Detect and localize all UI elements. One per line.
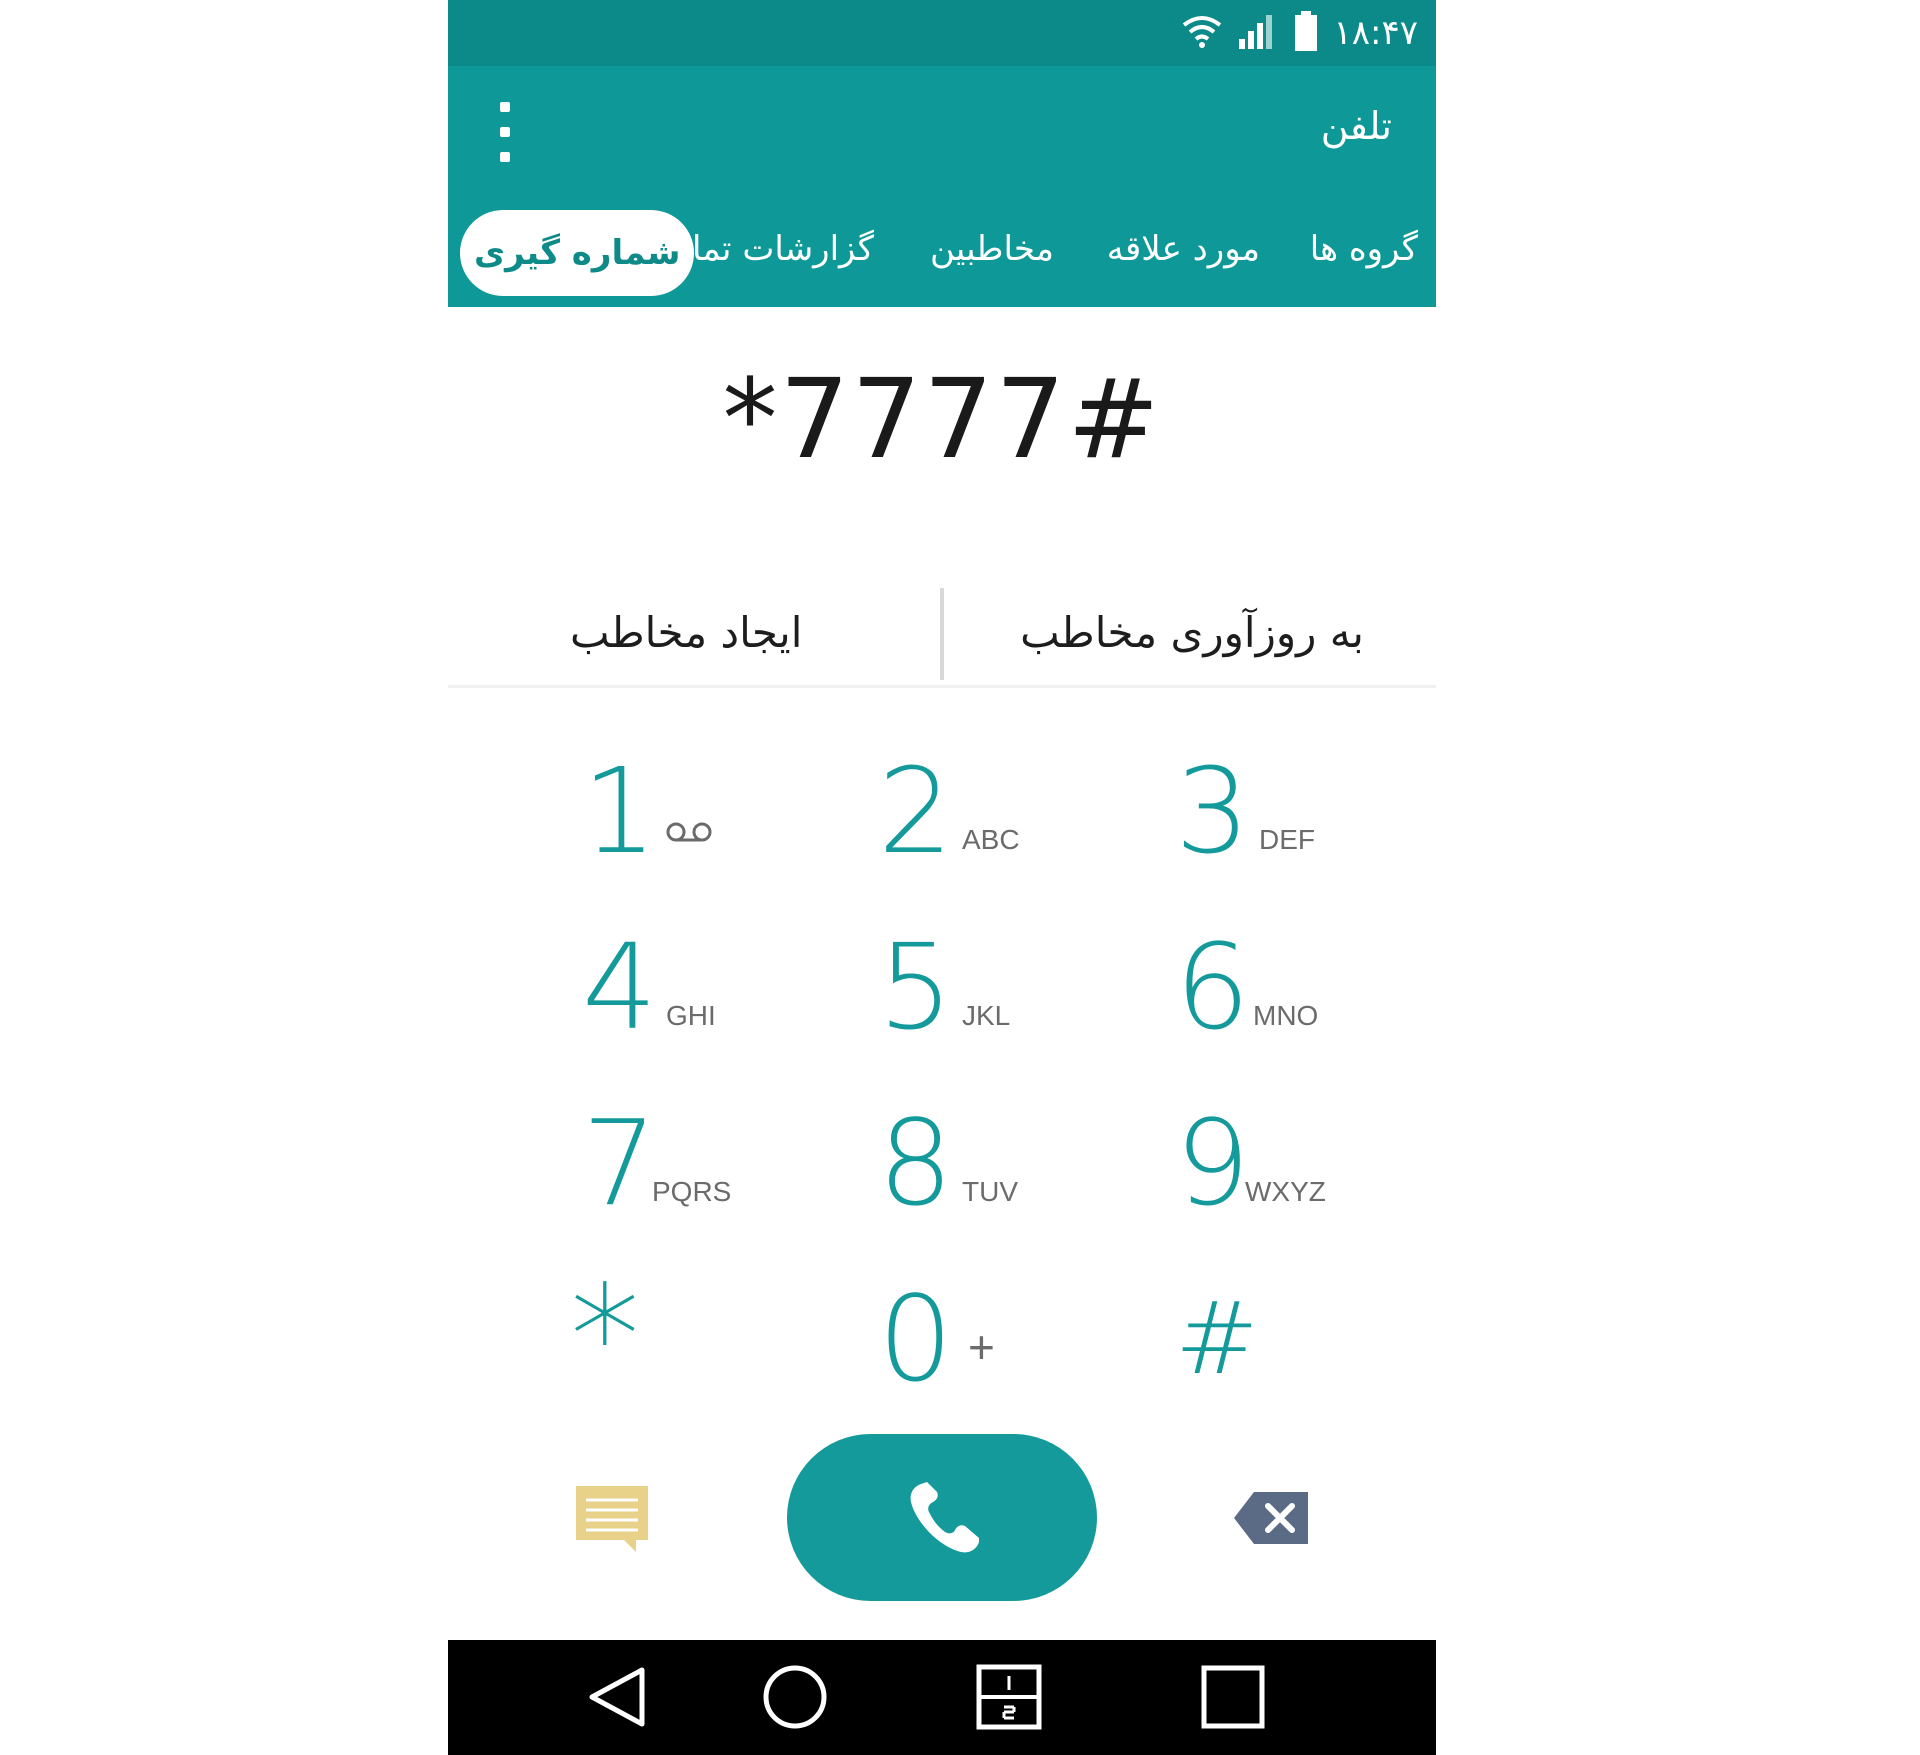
signal-icon [1237,11,1279,55]
key-4[interactable]: 4 GHI [582,906,822,1046]
key-digit: 0 [878,1270,954,1408]
dialed-number[interactable]: *7777# [448,355,1436,483]
key-letters: JKL [962,1000,1011,1031]
key-digit: 5 [878,918,954,1056]
key-5[interactable]: 5 JKL [878,906,1118,1046]
voicemail-icon [666,818,712,850]
key-digit: 6 [1175,918,1251,1056]
key-1[interactable]: 1 [582,730,822,870]
wifi-icon [1181,13,1223,53]
key-letters: DEF [1259,824,1315,855]
update-contact-button[interactable]: به روزآوری مخاطب [1020,580,1364,685]
key-digit: 7 [582,1094,658,1232]
key-letters: TUV [962,1176,1018,1207]
divider [940,588,944,680]
app-title: تلفن [1320,104,1392,148]
key-letters: GHI [666,1000,716,1031]
overflow-menu-icon[interactable] [494,102,516,162]
tab-contacts[interactable]: مخاطبین [930,204,1054,294]
key-8[interactable]: 8 TUV [878,1082,1118,1222]
tab-groups[interactable]: گروه ها [1310,204,1418,294]
key-letters: ABC [962,824,1020,855]
message-icon[interactable] [574,1484,650,1554]
key-6[interactable]: 6 MNO [1175,906,1415,1046]
key-letters: PQRS [652,1176,732,1207]
navigation-bar [448,1640,1436,1755]
key-0[interactable]: 0 + [878,1258,1118,1398]
call-button[interactable] [787,1434,1097,1601]
key-3[interactable]: 3 DEF [1175,730,1415,870]
tab-favorites[interactable]: مورد علاقه [1107,204,1260,294]
phone-icon [907,1480,983,1560]
key-digit: # [1175,1280,1259,1397]
key-letters: MNO [1253,1000,1319,1031]
dual-window-icon[interactable] [974,1662,1044,1732]
phone-screen: ۱۸:۴۷ تلفن گروه ها مورد علاقه مخاطبین گز… [448,0,1436,1755]
key-digit: 2 [878,742,954,880]
app-bar: تلفن گروه ها مورد علاقه مخاطبین گزارشات … [448,66,1436,307]
key-7[interactable]: 7 PQRS [582,1082,822,1222]
key-2[interactable]: 2 ABC [878,730,1118,870]
key-digit: 9 [1175,1094,1251,1232]
back-icon[interactable] [584,1662,654,1732]
status-icons: ۱۸:۴۷ [1181,10,1418,56]
create-contact-button[interactable]: ایجاد مخاطب [570,580,802,685]
home-icon[interactable] [760,1662,830,1732]
key-digit: 3 [1175,742,1251,880]
status-time: ۱۸:۴۷ [1333,13,1418,53]
key-plus: + [968,1321,995,1373]
key-hash[interactable]: # [1175,1258,1415,1398]
key-letters: WXYZ [1245,1176,1326,1207]
key-star[interactable]: * [570,1256,810,1419]
key-digit: 1 [582,742,658,880]
status-bar: ۱۸:۴۷ [448,0,1436,66]
contact-actions: به روزآوری مخاطب ایجاد مخاطب [448,580,1436,688]
key-9[interactable]: 9 WXYZ [1175,1082,1415,1222]
recents-icon[interactable] [1198,1662,1268,1732]
key-digit: 8 [878,1094,954,1232]
key-digit: * [570,1256,640,1419]
battery-icon [1293,10,1319,56]
tab-bar: گروه ها مورد علاقه مخاطبین گزارشات تماس … [448,204,1436,296]
key-digit: 4 [582,918,658,1056]
tab-dialer[interactable]: شماره گیری [460,210,695,296]
backspace-icon[interactable] [1232,1490,1310,1546]
